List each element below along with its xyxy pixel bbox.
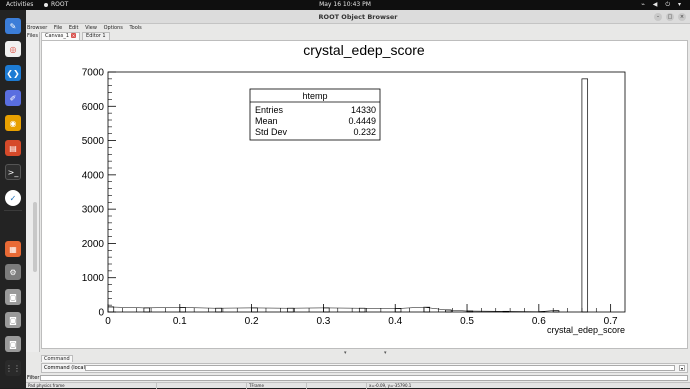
status-cell: x=-0.09, y=-35790.1 — [366, 383, 411, 389]
command-row: Command (local): ▾ — [41, 363, 688, 373]
histogram-bar — [108, 307, 114, 312]
files-scrollbar[interactable] — [33, 202, 37, 272]
y-tick-label: 2000 — [82, 239, 105, 250]
menu-options[interactable]: Options — [104, 25, 123, 31]
filter-input[interactable] — [40, 375, 688, 381]
y-tick-label: 3000 — [82, 205, 105, 216]
histogram-bar — [395, 309, 401, 312]
system-tray[interactable]: ⌁ ◀ ⏻ ▾ — [641, 0, 684, 10]
status-bar: Pad physics frame TFrame x=-0.09, y=-357… — [26, 382, 690, 388]
vscode-icon[interactable]: ❮❯ — [5, 65, 21, 81]
y-tick-label: 7000 — [82, 68, 105, 79]
x-tick-label: 0.1 — [173, 316, 187, 327]
menu-file[interactable]: File — [54, 25, 62, 31]
menu-edit[interactable]: Edit — [69, 25, 79, 31]
x-tick-label: 0.3 — [316, 316, 330, 327]
x-tick-label: 0.6 — [532, 316, 546, 327]
notes-icon[interactable]: ✎ — [5, 18, 21, 34]
status-cell — [306, 383, 309, 389]
menu-view[interactable]: View — [85, 25, 97, 31]
y-tick-label: 6000 — [82, 102, 105, 113]
command-label: Command (local): — [44, 364, 89, 372]
dock-separator — [4, 210, 22, 211]
y-tick-label: 0 — [98, 308, 104, 319]
close-icon[interactable]: × — [678, 13, 686, 21]
stats-value-mean: 0.4449 — [348, 116, 376, 126]
chrome-icon[interactable]: ◎ — [5, 41, 21, 57]
text-editor-icon[interactable]: ✐ — [5, 90, 21, 106]
tab-editor[interactable]: Editor 1 — [82, 32, 110, 40]
x-tick-label: 0 — [105, 316, 111, 327]
status-cell: Pad physics frame — [26, 383, 65, 389]
menu-tools[interactable]: Tools — [129, 25, 141, 31]
stats-label-stddev: Std Dev — [255, 127, 288, 137]
tab-command[interactable]: Command — [41, 355, 73, 362]
drive-icon[interactable]: ◙ — [5, 336, 21, 352]
filter-label: Filter — [27, 374, 39, 382]
histogram-outline — [108, 307, 553, 312]
root-app-icon[interactable]: ✓ — [5, 190, 21, 206]
menu-bar: Browser File Edit View Options Tools — [26, 24, 690, 32]
histogram-bar — [144, 308, 150, 312]
histogram-bar — [180, 308, 186, 312]
x-tick-label: 0.4 — [388, 316, 402, 327]
terminal-icon[interactable]: >_ — [5, 164, 21, 180]
document-viewer-icon[interactable]: ▤ — [5, 140, 21, 156]
histogram-plot[interactable]: crystal_edep_score 0 1000 2000 3000 4000 5000… — [42, 41, 687, 348]
status-cell — [156, 383, 159, 389]
files-label[interactable]: Files — [27, 33, 38, 39]
top-bar: Activities ROOT May 16 10:43 PM ⌁ ◀ ⏻ ▾ — [0, 0, 690, 10]
histogram-bar — [288, 308, 294, 312]
histogram-bar — [582, 79, 588, 312]
histogram-bar — [359, 308, 365, 312]
filter-row: Filter — [26, 374, 690, 382]
histogram-bar — [252, 308, 258, 312]
stats-box[interactable]: htemp Entries 14330 Mean 0.4449 Std Dev … — [250, 89, 380, 140]
x-axis-title: crystal_edep_score — [547, 325, 625, 335]
command-input[interactable] — [85, 365, 675, 371]
stats-label-mean: Mean — [255, 116, 278, 126]
stats-label-entries: Entries — [255, 105, 284, 115]
close-tab-icon[interactable]: × — [71, 33, 76, 38]
y-tick-label: 4000 — [82, 170, 105, 181]
histogram-bar — [216, 308, 222, 312]
y-tick-label: 5000 — [82, 136, 105, 147]
chevron-down-icon[interactable]: ▾ — [679, 365, 685, 371]
pane-splitter[interactable]: ▾▾ — [41, 351, 688, 355]
tab-bar: Canvas_1× Editor 1 — [41, 32, 112, 40]
settings-icon[interactable]: ⚙ — [5, 264, 21, 280]
maximize-icon[interactable]: □ — [666, 13, 674, 21]
root-browser-window: ROOT Object Browser – □ × Browser File E… — [26, 10, 690, 388]
y-tick-label: 1000 — [82, 273, 105, 284]
stats-value-entries: 14330 — [351, 105, 376, 115]
tab-canvas-label: Canvas_1 — [45, 33, 69, 39]
y-axis: 0 1000 2000 3000 4000 5000 6000 7000 — [82, 68, 116, 319]
window-title: ROOT Object Browser — [26, 10, 690, 24]
histogram-bar — [553, 311, 559, 312]
x-tick-label: 0.5 — [460, 316, 474, 327]
drive-icon[interactable]: ◙ — [5, 312, 21, 328]
files-panel: Files — [26, 32, 40, 352]
minimize-icon[interactable]: – — [654, 13, 662, 21]
chrome-alt-icon[interactable]: ◉ — [5, 115, 21, 131]
tab-canvas[interactable]: Canvas_1× — [41, 32, 80, 40]
software-icon[interactable]: ▦ — [5, 241, 21, 257]
dock: ✎ ◎ ❮❯ ✐ ◉ ▤ >_ ✓ ▦ ⚙ ◙ ◙ ◙ ⋮⋮ — [0, 10, 26, 388]
root-canvas[interactable]: crystal_edep_score 0 1000 2000 3000 4000 5000… — [41, 40, 688, 349]
x-tick-label: 0.2 — [245, 316, 259, 327]
status-cell: TFrame — [246, 383, 264, 389]
plot-title: crystal_edep_score — [303, 42, 425, 58]
histogram-bar — [323, 308, 329, 312]
app-grid-icon[interactable]: ⋮⋮ — [5, 360, 21, 376]
title-bar[interactable]: ROOT Object Browser – □ × — [26, 10, 690, 24]
stats-name: htemp — [302, 91, 327, 101]
clock[interactable]: May 16 10:43 PM — [0, 0, 690, 10]
menu-browser[interactable]: Browser — [27, 25, 47, 31]
drive-icon[interactable]: ◙ — [5, 289, 21, 305]
stats-value-stddev: 0.232 — [353, 127, 376, 137]
tab-editor-label: Editor 1 — [86, 33, 106, 39]
